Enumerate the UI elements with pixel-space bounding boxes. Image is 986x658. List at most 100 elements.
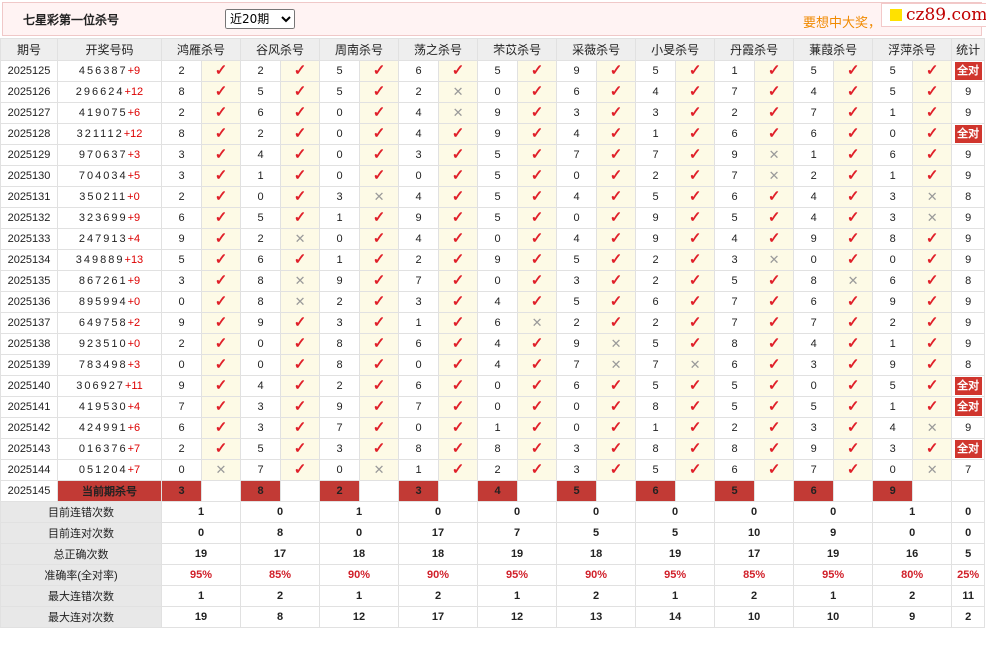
result-mark: ✓	[438, 249, 479, 271]
stats-value: 19	[160, 543, 242, 565]
header-expert[interactable]: 鸿雁杀号	[160, 38, 242, 61]
row-stat: 全对	[951, 123, 986, 145]
site-logo[interactable]: cz89.com	[881, 3, 986, 27]
check-icon: ✓	[451, 377, 465, 394]
result-mark: ✓	[359, 396, 400, 418]
check-icon: ✓	[530, 188, 544, 205]
kill-number: 8	[319, 354, 361, 376]
result-mark: ✓	[833, 60, 874, 82]
kill-number: 2	[240, 60, 282, 82]
draw-numbers: 783498	[78, 359, 128, 371]
check-icon: ✓	[372, 146, 386, 163]
kill-number: 7	[793, 312, 835, 334]
kill-number: 5	[714, 375, 756, 397]
kill-number: 4	[556, 228, 598, 250]
check-icon: ✓	[214, 377, 228, 394]
kill-number: 4	[556, 123, 598, 145]
kill-number: 7	[793, 459, 835, 481]
header-expert[interactable]: 蒹葭杀号	[793, 38, 874, 61]
check-icon: ✓	[451, 419, 465, 436]
result-mark: ✓	[280, 312, 321, 334]
cross-icon: ✕	[452, 84, 464, 99]
stats-value: 9	[793, 522, 874, 544]
header-expert[interactable]: 采薇杀号	[556, 38, 637, 61]
check-icon: ✓	[846, 167, 860, 184]
row-stat: 全对	[951, 375, 986, 397]
result-mark: ✓	[912, 438, 953, 460]
kill-number: 8	[240, 291, 282, 313]
result-mark: ✕	[912, 207, 953, 229]
header-stat: 统计	[951, 38, 986, 61]
kill-number: 7	[635, 144, 677, 166]
result-mark: ✓	[912, 123, 953, 145]
result-mark: ✓	[517, 228, 558, 250]
current-blank	[517, 480, 558, 502]
draw-cell: 323699+9	[57, 207, 162, 229]
result-mark: ✓	[912, 144, 953, 166]
check-icon: ✓	[530, 272, 544, 289]
header-expert[interactable]: 周南杀号	[319, 38, 400, 61]
check-icon: ✓	[451, 251, 465, 268]
table-row: 2025129 970637+3 3 ✓ 4 ✓ 0 ✓ 3 ✓ 5 ✓ 7 ✓ 7 ✓ 9 ✕ 1 ✓ 6 ✓ 9	[0, 144, 986, 166]
result-mark: ✓	[359, 375, 400, 397]
issue-cell: 2025140	[0, 375, 58, 397]
result-mark: ✓	[912, 270, 953, 292]
stats-value: 0	[398, 501, 479, 523]
table-row: 2025128 321112+12 8 ✓ 2 ✓ 0 ✓ 4 ✓ 9 ✓ 4 ✓ 1 ✓ 6 ✓ 6 ✓ 0 ✓ 全对	[0, 123, 986, 145]
check-icon: ✓	[530, 230, 544, 247]
stats-value: 18	[319, 543, 400, 565]
table-row: 2025126 296624+12 8 ✓ 5 ✓ 5 ✓ 2 ✕ 0 ✓ 6 ✓ 4 ✓ 7 ✓ 4 ✓ 5 ✓ 9	[0, 81, 986, 103]
check-icon: ✓	[688, 440, 702, 457]
period-select[interactable]: 近20期	[225, 9, 295, 29]
kill-number: 0	[240, 354, 282, 376]
check-icon: ✓	[214, 62, 228, 79]
kill-number: 5	[556, 249, 598, 271]
kill-number: 5	[714, 207, 756, 229]
check-icon: ✓	[767, 188, 781, 205]
kill-number: 5	[477, 144, 519, 166]
check-icon: ✓	[688, 398, 702, 415]
table-row: 2025131 350211+0 2 ✓ 0 ✓ 3 ✕ 4 ✓ 5 ✓ 4 ✓ 5 ✓ 6 ✓ 4 ✓ 3 ✕ 8	[0, 186, 986, 208]
check-icon: ✓	[372, 356, 386, 373]
result-mark: ✓	[200, 354, 242, 376]
kill-number: 4	[240, 375, 282, 397]
draw-numbers: 970637	[78, 149, 128, 161]
result-mark: ✓	[912, 81, 953, 103]
kill-number: 6	[398, 375, 440, 397]
check-icon: ✓	[609, 440, 623, 457]
cross-icon: ✕	[610, 357, 622, 372]
draw-sum: +0	[127, 191, 140, 203]
header-expert[interactable]: 谷风杀号	[240, 38, 321, 61]
kill-number: 0	[556, 417, 598, 439]
check-icon: ✓	[530, 62, 544, 79]
kill-number: 5	[635, 459, 677, 481]
kill-number: 0	[319, 165, 361, 187]
promo-text[interactable]: 要想中大奖，	[803, 12, 881, 31]
cross-icon: ✕	[926, 189, 938, 204]
kill-number: 5	[793, 396, 835, 418]
header-expert[interactable]: 小旻杀号	[635, 38, 716, 61]
header-expert[interactable]: 浮萍杀号	[872, 38, 953, 61]
check-icon: ✓	[214, 272, 228, 289]
header-expert[interactable]: 丹霞杀号	[714, 38, 795, 61]
issue-cell: 2025144	[0, 459, 58, 481]
kill-number: 8	[793, 270, 835, 292]
header-expert[interactable]: 荡之杀号	[398, 38, 479, 61]
check-icon: ✓	[214, 356, 228, 373]
result-mark: ✓	[912, 396, 953, 418]
result-mark: ✕	[912, 417, 953, 439]
check-icon: ✓	[372, 230, 386, 247]
result-mark: ✓	[280, 396, 321, 418]
kill-number: 3	[872, 438, 914, 460]
result-mark: ✓	[675, 186, 716, 208]
kill-number: 0	[319, 123, 361, 145]
stats-value: 1	[319, 585, 400, 607]
kill-number: 3	[793, 417, 835, 439]
stats-value: 19	[793, 543, 874, 565]
header-expert[interactable]: 芣苡杀号	[477, 38, 558, 61]
check-icon: ✓	[214, 209, 228, 226]
result-mark: ✕	[912, 186, 953, 208]
kill-number: 3	[556, 438, 598, 460]
result-mark: ✓	[200, 438, 242, 460]
kill-number: 5	[872, 60, 914, 82]
